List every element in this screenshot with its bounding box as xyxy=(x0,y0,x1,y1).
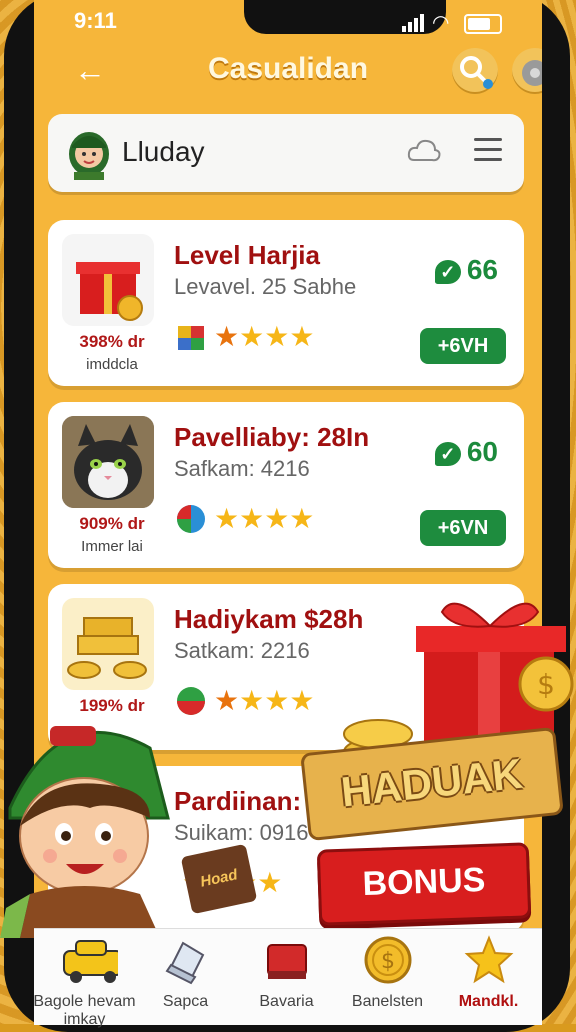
card-subtitle: Immer lai xyxy=(81,538,143,555)
gift-thumbnail xyxy=(62,234,154,326)
card-stat: 909% dr xyxy=(79,514,145,533)
rating-stars: ★★★★ xyxy=(214,503,315,534)
nav-label: Mandkl. xyxy=(458,993,519,1010)
menu-icon xyxy=(474,138,502,141)
user-name: Lluday xyxy=(122,136,205,167)
bonus-button[interactable]: BONUS xyxy=(316,842,532,926)
coin-icon: $ xyxy=(364,936,412,984)
nav-label: Bavaria xyxy=(259,993,314,1010)
card-description: Levavel. 25 Sabhe xyxy=(174,274,357,299)
card-stat: 398% dr xyxy=(79,332,145,351)
signal-icon xyxy=(402,14,426,32)
bottom-nav: Bagole hevam imkay Sapca Bavaria $ Banel… xyxy=(33,928,542,1028)
search-icon xyxy=(460,56,493,89)
card-title: Hadiykam $28h xyxy=(174,604,364,634)
list-item[interactable]: 909% dr Immer lai Pavelliaby: 28In Safka… xyxy=(48,402,524,568)
card-title: Level Harjia xyxy=(174,240,320,270)
ball-icon xyxy=(177,505,205,533)
status-icons: ◠ xyxy=(402,10,502,34)
search-button[interactable] xyxy=(452,48,498,94)
taxi-icon xyxy=(63,940,118,983)
card-subtitle: imddcla xyxy=(86,356,138,373)
wifi-icon: ◠ xyxy=(432,12,450,34)
nav-item-mandkl[interactable]: Mandkl. xyxy=(438,929,539,1025)
status-time: 9:11 xyxy=(74,8,117,33)
card-score: ✓ 66 xyxy=(434,254,498,286)
avatar[interactable] xyxy=(64,126,114,180)
nav-label: Banelsten xyxy=(351,993,424,1010)
user-bar: Lluday xyxy=(48,114,524,192)
nav-item-bavaria[interactable]: Bavaria xyxy=(236,929,337,1025)
star-icon xyxy=(464,935,514,984)
svg-text:$: $ xyxy=(381,949,395,974)
gear-icon xyxy=(522,60,542,86)
check-icon: ✓ xyxy=(434,259,461,284)
laptop-icon xyxy=(165,941,205,985)
card-description: Satkam: 2216 xyxy=(174,638,310,663)
rating-stars: ★★★★ xyxy=(214,321,315,352)
list-item[interactable]: 398% dr imddcla Level Harjia Levavel. 25… xyxy=(48,220,524,386)
nav-label: Sapca xyxy=(162,993,209,1010)
reward-button[interactable]: +6VN xyxy=(420,510,506,546)
card-description: Safkam: 4216 xyxy=(174,456,310,481)
cube-icon xyxy=(178,326,204,350)
battery-icon xyxy=(464,14,502,34)
card-title: Pavelliaby: 28In xyxy=(174,422,370,452)
nav-item-taxi[interactable]: Bagole hevam imkay xyxy=(33,929,136,1028)
ticket-icon xyxy=(267,944,307,979)
svg-text:$: $ xyxy=(537,668,555,701)
settings-button[interactable] xyxy=(512,48,542,94)
coins-thumbnail xyxy=(62,598,154,690)
nav-item-banelsten[interactable]: $ Banelsten xyxy=(337,929,438,1025)
cloud-icon[interactable] xyxy=(406,136,442,166)
cat-thumbnail xyxy=(62,416,154,508)
card-score: ✓ 60 xyxy=(434,436,498,468)
menu-button[interactable] xyxy=(474,138,502,164)
check-icon: ✓ xyxy=(434,441,461,466)
nav-item-sapca[interactable]: Sapca xyxy=(135,929,236,1025)
reward-button[interactable]: +6VH xyxy=(420,328,506,364)
